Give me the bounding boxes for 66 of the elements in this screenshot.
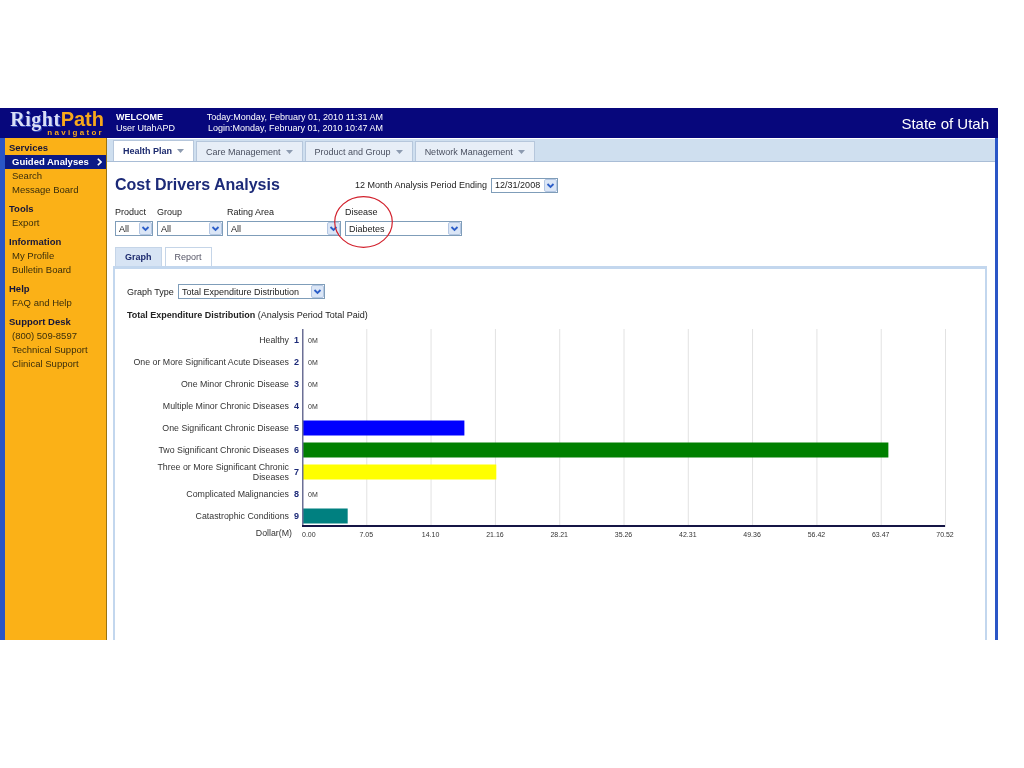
- category-number: 9: [293, 511, 299, 521]
- logo-tagline: navigator: [47, 128, 104, 137]
- sidebar-section-title: Help: [8, 282, 31, 296]
- view-tab[interactable]: Graph: [115, 247, 162, 266]
- category-number: 1: [293, 335, 299, 345]
- user-name: User UtahAPD: [116, 123, 177, 134]
- axis-title: Dollar(M): [254, 527, 293, 540]
- today-date: Today:Monday, February 01, 2010 11:31 AM: [206, 112, 383, 123]
- category-number: 5: [293, 423, 299, 433]
- sidebar-section-title: Support Desk: [8, 315, 72, 329]
- login-date: Login:Monday, February 01, 2010 10:47 AM: [208, 123, 383, 134]
- filter-label: Disease: [345, 206, 379, 218]
- filter-label: Rating Area: [227, 206, 276, 218]
- category-number: 7: [293, 467, 299, 477]
- filter-select[interactable]: All: [157, 221, 223, 236]
- category-label: One Minor Chronic Disease: [180, 379, 289, 389]
- filter-select[interactable]: All: [115, 221, 153, 236]
- sidebar-item[interactable]: Bulletin Board: [5, 263, 106, 277]
- menu-tab[interactable]: Product and Group: [304, 141, 413, 161]
- sidebar-item[interactable]: (800) 509-8597: [5, 329, 106, 343]
- sidebar-item[interactable]: Technical Support: [5, 343, 106, 357]
- sidebar-section-title: Services: [8, 141, 50, 155]
- category-number: 8: [293, 489, 299, 499]
- chart-title: Total Expenditure Distribution (Analysis Period Total Paid): [127, 309, 369, 321]
- caret-icon: [177, 149, 184, 153]
- sidebar-item[interactable]: Clinical Support: [5, 357, 106, 371]
- menu-tab[interactable]: Care Management: [196, 141, 303, 161]
- caret-icon: [517, 149, 525, 154]
- graph-type-select[interactable]: Total Expenditure Distribution: [177, 284, 325, 299]
- menu-tab[interactable]: Health Plan: [113, 140, 194, 161]
- category-label: Two Significant Chronic Diseases: [158, 445, 289, 455]
- category-number: 3: [293, 379, 299, 389]
- sidebar-item[interactable]: Guided Analyses: [5, 155, 106, 169]
- category-label: One Significant Chronic Disease: [162, 423, 289, 433]
- category-label: Complicated Malignancies: [186, 489, 289, 499]
- category-label: One or More Significant Acute Diseases: [133, 357, 289, 367]
- sidebar-item[interactable]: Search: [5, 169, 106, 183]
- page-title: Cost Drivers Analysis: [115, 176, 281, 194]
- period-select[interactable]: 12/31/2008: [491, 177, 559, 193]
- filter-select[interactable]: All: [227, 221, 341, 236]
- sidebar-item[interactable]: Message Board: [5, 183, 106, 197]
- logo-wordmark: RightPath: [10, 109, 104, 129]
- chevron-right-icon: [97, 158, 102, 166]
- view-tab[interactable]: Report: [164, 247, 212, 266]
- organization-name: State of Utah: [901, 114, 990, 132]
- menu-tab[interactable]: Network Management: [414, 141, 535, 161]
- period-label: 12 Month Analysis Period Ending: [355, 180, 488, 190]
- welcome-label: WELCOME: [116, 112, 164, 123]
- sidebar-item[interactable]: FAQ and Help: [5, 296, 106, 310]
- filter-label: Product: [115, 206, 148, 218]
- sidebar-section-title: Information: [8, 235, 63, 249]
- sidebar-item[interactable]: Export: [5, 216, 106, 230]
- graph-type-label: Graph Type: [127, 286, 174, 297]
- caret-icon: [395, 149, 403, 154]
- category-number: 2: [293, 357, 299, 367]
- filter-label: Group: [157, 206, 183, 218]
- category-label: Healthy: [259, 335, 289, 345]
- caret-icon: [285, 149, 293, 154]
- sidebar-item[interactable]: My Profile: [5, 249, 106, 263]
- category-number: 4: [293, 401, 299, 411]
- filter-select[interactable]: Diabetes: [345, 221, 462, 236]
- sidebar-section-title: Tools: [8, 202, 35, 216]
- category-label: Multiple Minor Chronic Diseases: [162, 401, 289, 411]
- category-label: Three or More Significant Chronic Diseases: [156, 462, 289, 482]
- category-number: 6: [293, 445, 299, 455]
- category-label: Catastrophic Conditions: [195, 511, 289, 521]
